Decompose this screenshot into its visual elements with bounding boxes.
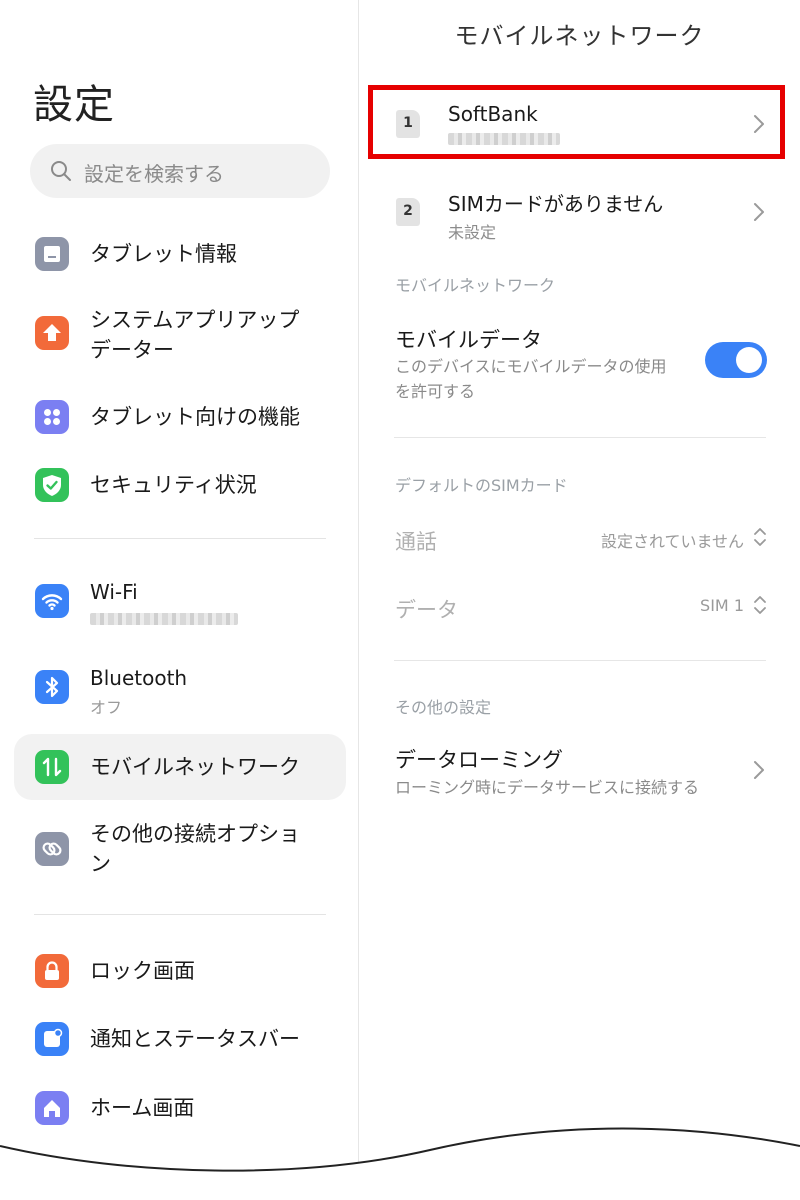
sidebar-item-label: モバイルネットワーク [90, 755, 300, 779]
wifi-icon [35, 584, 69, 618]
sim-status: 未設定 [448, 223, 497, 242]
data-roaming-title: データローミング [395, 748, 563, 772]
upgrade-arrow-icon [35, 316, 69, 350]
bluetooth-status: オフ [90, 698, 123, 717]
bluetooth-icon [35, 670, 69, 704]
data-label: データ [395, 598, 458, 622]
sidebar-item-label: セキュリティ状況 [90, 473, 257, 497]
lock-icon [35, 954, 69, 988]
panel-title: モバイルネットワーク [454, 22, 705, 50]
notification-icon [35, 1022, 69, 1056]
sim-card-icon: 2 [396, 198, 420, 226]
sidebar-item-mobile-network[interactable]: モバイルネットワーク [14, 734, 346, 800]
toggle-knob [736, 347, 762, 373]
divider [34, 538, 326, 539]
section-header-mobile-network: モバイルネットワーク [395, 276, 556, 295]
sidebar-item-label: 通知とステータスバー [90, 1027, 300, 1051]
default-sim-data-row[interactable]: データ SIM 1 [359, 584, 800, 630]
mobile-network-panel: モバイルネットワーク 1 SoftBank 2 SIMカードがありません 未設定… [359, 0, 800, 1200]
mobile-data-desc: このデバイスにモバイルデータの使用 [395, 357, 667, 376]
sidebar-item-label: システムアプリアップ [90, 308, 300, 332]
page-title: 設定 [33, 82, 115, 128]
chevron-right-icon [754, 203, 764, 221]
highlight-box [368, 85, 785, 159]
search-input[interactable]: 設定を検索する [30, 144, 330, 198]
divider [394, 437, 766, 438]
chevron-right-icon [754, 761, 764, 779]
divider [34, 914, 326, 915]
data-roaming-desc: ローミング時にデータサービスに接続する [395, 778, 700, 797]
sidebar-item-notifications[interactable]: 通知とステータスバー [14, 1008, 346, 1072]
call-value: 設定されていません [600, 532, 744, 551]
default-sim-call-row[interactable]: 通話 設定されていません [359, 516, 800, 562]
sim-slot-number: 2 [403, 203, 413, 219]
sidebar-item-label: タブレット情報 [90, 242, 237, 266]
mobile-data-toggle[interactable] [705, 342, 767, 378]
wavy-edge [0, 1127, 800, 1200]
settings-sidebar: 設定 設定を検索する タブレット情報 システムアプリアップ データー タブレット… [0, 0, 358, 1200]
shield-check-icon [35, 468, 69, 502]
sim-carrier-name: SIMカードがありません [448, 192, 664, 216]
up-down-chevron-icon [754, 528, 766, 546]
sidebar-item-wifi[interactable]: Wi-Fi [14, 566, 346, 638]
data-roaming-row[interactable]: データローミング ローミング時にデータサービスに接続する [359, 738, 800, 808]
sidebar-item-label: Bluetooth [90, 666, 188, 690]
wifi-ssid-redacted [90, 610, 238, 629]
sidebar-item-system-app-update[interactable]: システムアプリアップ データー [14, 298, 346, 374]
mobile-data-title: モバイルデータ [395, 328, 542, 352]
search-icon [51, 161, 71, 181]
sidebar-item-bluetooth[interactable]: Bluetooth オフ [14, 652, 346, 724]
sidebar-item-tablet-info[interactable]: タブレット情報 [14, 222, 346, 286]
sidebar-item-label: その他の接続オプショ [90, 822, 300, 846]
sidebar-item-tablet-features[interactable]: タブレット向けの機能 [14, 386, 346, 450]
search-placeholder: 設定を検索する [84, 162, 224, 186]
features-grid-icon [35, 400, 69, 434]
sidebar-item-label-line2: データー [90, 338, 174, 362]
sidebar-item-security[interactable]: セキュリティ状況 [14, 454, 346, 518]
sidebar-item-label-line2: ン [90, 852, 111, 876]
mobile-data-desc-line2: を許可する [395, 382, 476, 401]
tablet-icon [35, 237, 69, 271]
divider [394, 660, 766, 661]
up-down-chevron-icon [754, 596, 766, 614]
data-value: SIM 1 [700, 596, 744, 615]
call-label: 通話 [395, 530, 437, 554]
sidebar-item-lock-screen[interactable]: ロック画面 [14, 940, 346, 1004]
sidebar-item-label: ロック画面 [90, 959, 195, 983]
sidebar-item-label: タブレット向けの機能 [90, 405, 300, 429]
sidebar-item-other-connections[interactable]: その他の接続オプショ ン [14, 812, 346, 888]
mobile-network-icon [35, 750, 69, 784]
section-header-other-settings: その他の設定 [395, 698, 492, 717]
sim-slot-2-row[interactable]: 2 SIMカードがありません 未設定 [369, 180, 779, 244]
section-header-default-sim: デフォルトのSIMカード [395, 476, 568, 495]
link-icon [35, 832, 69, 866]
sidebar-item-label: Wi-Fi [90, 580, 138, 604]
